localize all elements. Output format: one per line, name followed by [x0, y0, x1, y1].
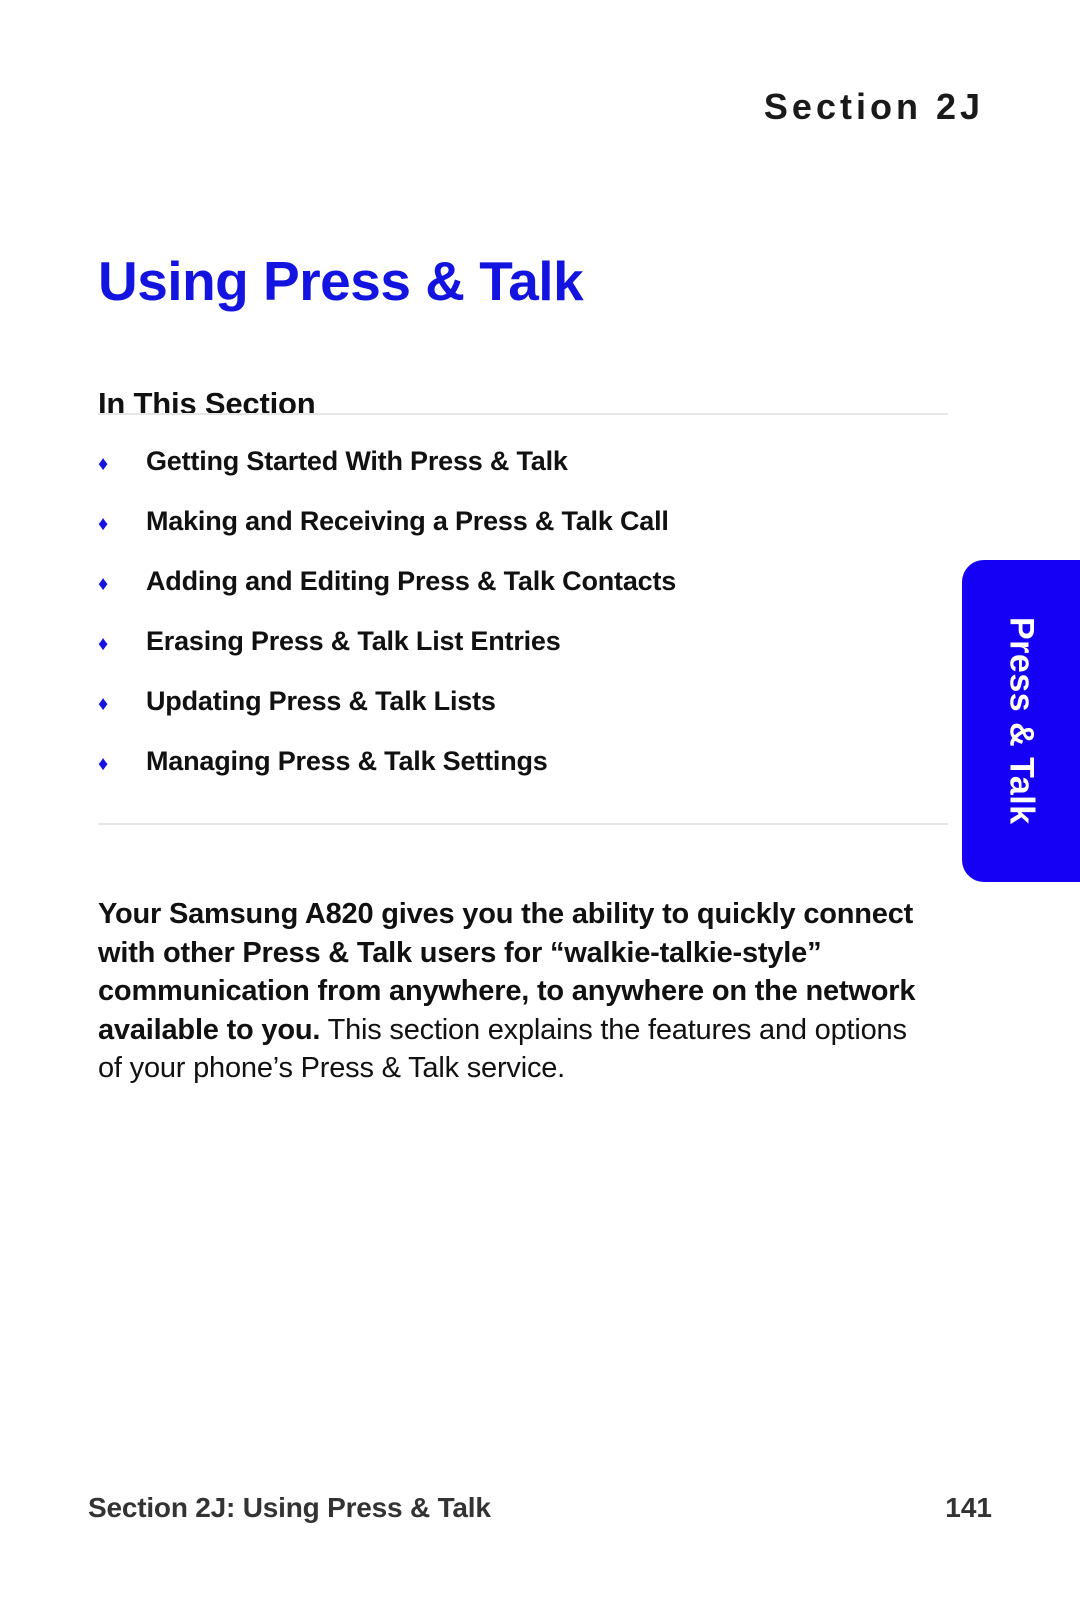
page-number: 141: [945, 1492, 992, 1523]
divider-top: [98, 413, 948, 415]
in-this-section-list: ♦ Getting Started With Press & Talk ♦ Ma…: [98, 446, 948, 806]
section-label: Section 2J: [763, 86, 984, 127]
diamond-bullet-icon: ♦: [98, 753, 109, 775]
in-this-section-heading: In This Section: [98, 385, 316, 421]
list-item[interactable]: ♦ Making and Receiving a Press & Talk Ca…: [98, 506, 948, 566]
document-page: Section 2J Using Press & Talk In This Se…: [0, 0, 1080, 1620]
list-item[interactable]: ♦ Erasing Press & Talk List Entries: [98, 626, 948, 686]
section-thumb-tab-label: Press & Talk: [1002, 617, 1041, 825]
page-title: Using Press & Talk: [98, 249, 584, 312]
page-footer: Section 2J: Using Press & Talk 141: [88, 1492, 992, 1524]
list-item[interactable]: ♦ Updating Press & Talk Lists: [98, 686, 948, 746]
diamond-bullet-icon: ♦: [98, 453, 109, 475]
list-item-label: Adding and Editing Press & Talk Contacts: [146, 566, 677, 596]
diamond-bullet-icon: ♦: [98, 633, 109, 655]
list-item-label: Getting Started With Press & Talk: [146, 446, 568, 476]
list-item-label: Erasing Press & Talk List Entries: [146, 626, 561, 656]
list-item[interactable]: ♦ Getting Started With Press & Talk: [98, 446, 948, 506]
list-item[interactable]: ♦ Managing Press & Talk Settings: [98, 746, 948, 806]
diamond-bullet-icon: ♦: [98, 513, 109, 535]
list-item-label: Making and Receiving a Press & Talk Call: [146, 506, 669, 536]
list-item-label: Updating Press & Talk Lists: [146, 686, 496, 716]
footer-section-title: Section 2J: Using Press & Talk: [88, 1492, 491, 1523]
diamond-bullet-icon: ♦: [98, 573, 109, 595]
diamond-bullet-icon: ♦: [98, 693, 109, 715]
list-item[interactable]: ♦ Adding and Editing Press & Talk Contac…: [98, 566, 948, 626]
divider-bottom: [98, 823, 948, 825]
intro-paragraph: Your Samsung A820 gives you the ability …: [98, 895, 928, 1088]
section-thumb-tab: Press & Talk: [962, 560, 1080, 882]
list-item-label: Managing Press & Talk Settings: [146, 746, 548, 776]
